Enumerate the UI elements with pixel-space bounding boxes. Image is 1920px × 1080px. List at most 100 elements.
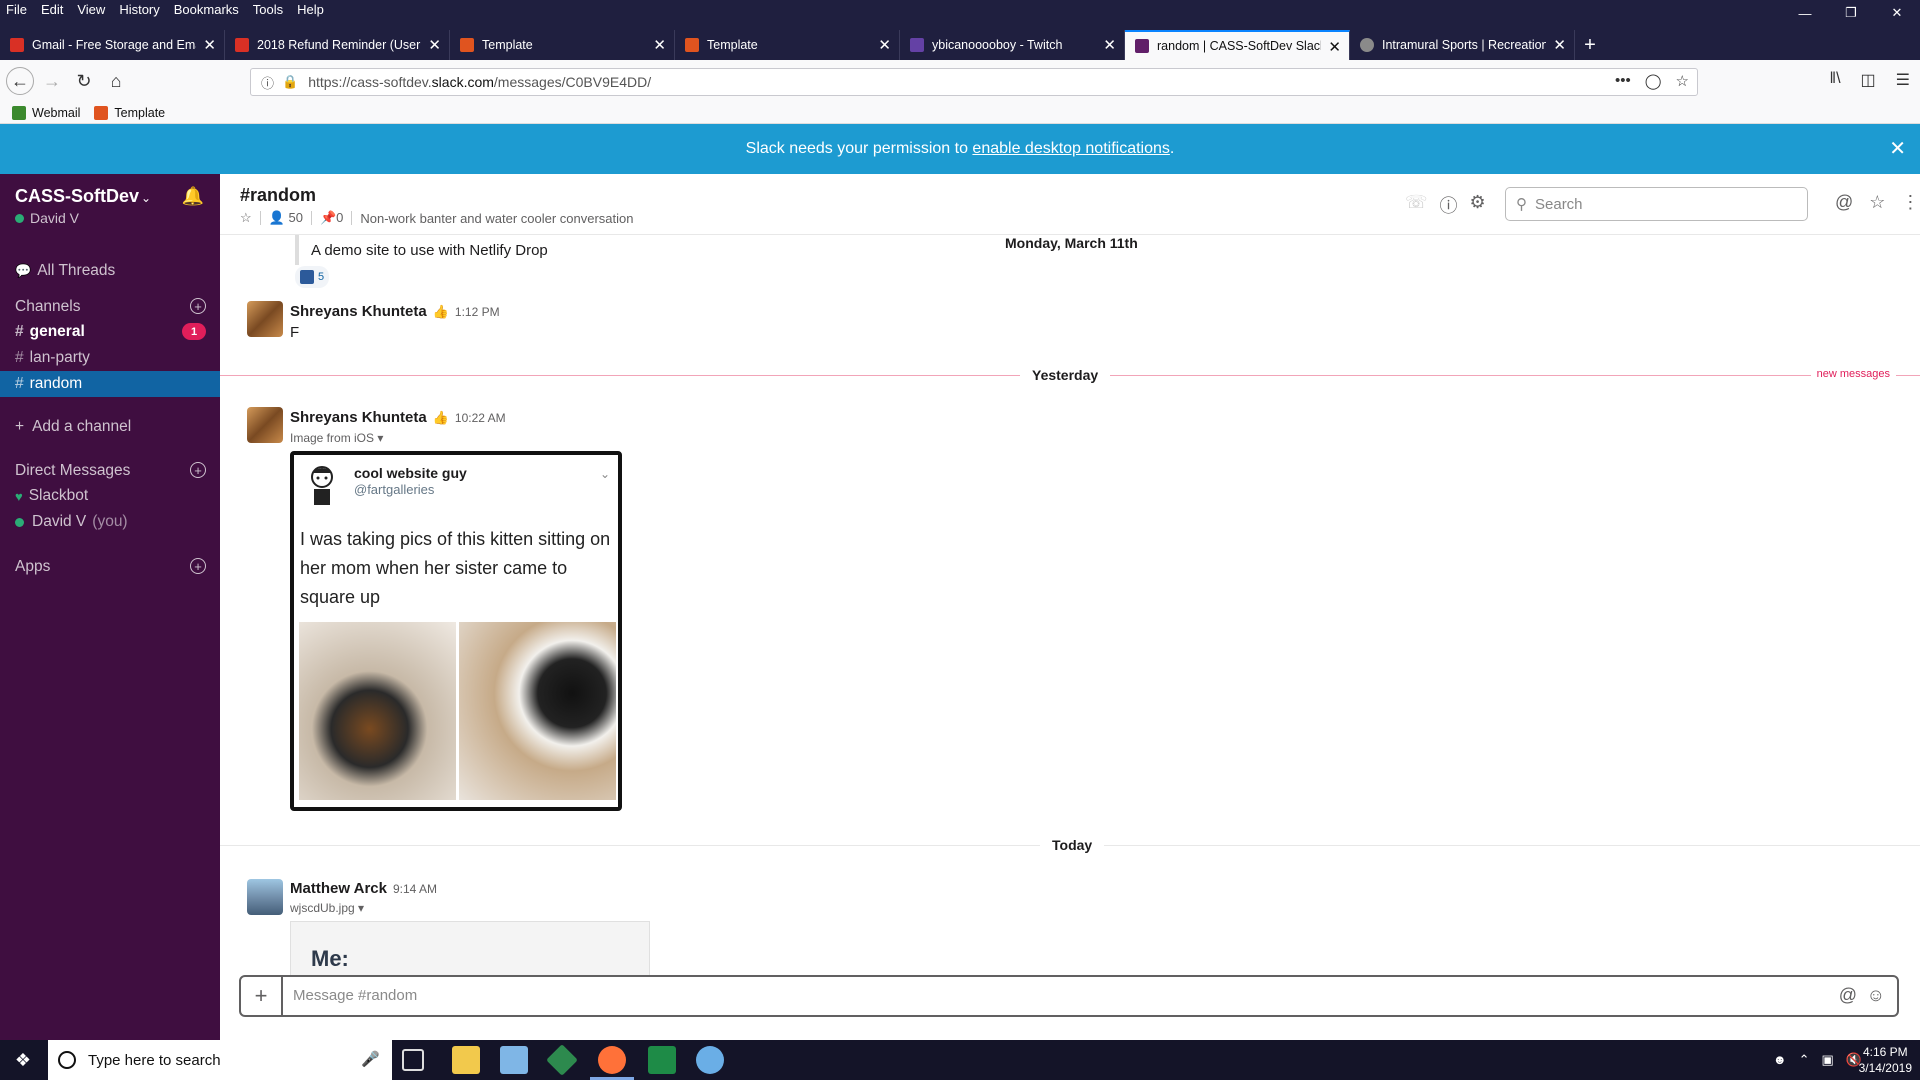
message-composer[interactable]: + Message #random @ ☺ — [239, 975, 1899, 1017]
chevron-up-icon[interactable]: ⌃ — [1799, 1052, 1810, 1068]
pocket-icon[interactable]: ◯ — [1645, 72, 1662, 90]
menu-help[interactable]: Help — [297, 2, 324, 17]
browser-tab-template-1[interactable]: Template ✕ — [450, 30, 675, 60]
message-input[interactable]: Message #random — [293, 987, 417, 1004]
sidebar-toggle-icon[interactable]: ◫ — [1861, 70, 1876, 90]
reload-icon[interactable]: ↻ — [70, 67, 98, 95]
info-icon[interactable]: ⓘ — [261, 73, 274, 92]
network-icon[interactable]: ▣ — [1822, 1052, 1834, 1068]
add-channel-icon[interactable]: + — [190, 298, 206, 314]
tab-close-icon[interactable]: ✕ — [428, 36, 441, 54]
file-title[interactable]: wjscdUb.jpg ▾ — [290, 901, 364, 915]
image-attachment[interactable]: cool website guy @fartgalleries ⌄ I was … — [290, 451, 622, 811]
git-icon[interactable] — [546, 1044, 578, 1076]
close-banner-icon[interactable]: ✕ — [1889, 136, 1906, 161]
apps-header[interactable]: Apps — [15, 558, 50, 576]
tab-close-icon[interactable]: ✕ — [1103, 36, 1116, 54]
browser-tab-twitch[interactable]: ybicanooooboy - Twitch ✕ — [900, 30, 1125, 60]
tab-close-icon[interactable]: ✕ — [203, 36, 216, 54]
firefox-icon[interactable] — [598, 1046, 626, 1074]
sidebar-item-david-v[interactable]: David V (you) — [0, 509, 220, 535]
search-input[interactable]: ⚲ Search — [1505, 187, 1808, 221]
current-user[interactable]: David V — [15, 210, 79, 226]
bookmark-star-icon[interactable]: ☆ — [1676, 72, 1689, 90]
system-clock[interactable]: 4:16 PM 3/14/2019 — [1859, 1044, 1912, 1076]
message-time[interactable]: 1:12 PM — [455, 305, 500, 319]
tab-close-icon[interactable]: ✕ — [1328, 38, 1341, 56]
menu-view[interactable]: View — [77, 2, 105, 17]
bookmark-template[interactable]: Template — [94, 105, 165, 120]
reaction-pill[interactable]: 5 — [295, 266, 330, 288]
back-arrow-icon[interactable]: ← — [6, 67, 34, 95]
menu-edit[interactable]: Edit — [41, 2, 63, 17]
link-preview[interactable]: A demo site to use with Netlify Drop — [295, 235, 548, 265]
hamburger-menu-icon[interactable]: ☰ — [1896, 70, 1910, 90]
microphone-icon[interactable]: 🎤 — [361, 1050, 380, 1068]
bell-icon[interactable]: 🔔 — [182, 186, 204, 207]
task-view-icon[interactable] — [402, 1049, 424, 1071]
caret-down-icon[interactable]: ▾ — [358, 901, 364, 915]
starred-items-icon[interactable]: ☆ — [1869, 192, 1885, 213]
message-author[interactable]: Matthew Arck 9:14 AM — [290, 880, 437, 897]
attach-plus-icon[interactable]: + — [241, 977, 283, 1015]
add-channel-button[interactable]: + Add a channel — [0, 414, 220, 440]
mentions-icon[interactable]: @ — [1835, 192, 1853, 213]
home-icon[interactable]: ⌂ — [102, 67, 130, 95]
bookmark-webmail[interactable]: Webmail — [12, 105, 80, 120]
address-bar[interactable]: ⓘ 🔒 https://cass-softdev.slack.com/messa… — [250, 68, 1698, 96]
more-options-icon[interactable]: ⋮ — [1901, 192, 1919, 213]
avatar[interactable] — [247, 301, 283, 337]
add-app-icon[interactable]: + — [190, 558, 206, 574]
tab-close-icon[interactable]: ✕ — [1553, 36, 1566, 54]
page-actions-icon[interactable]: ••• — [1615, 72, 1631, 90]
windows-start-icon[interactable]: ❖ — [0, 1040, 46, 1080]
sidebar-item-lan-party[interactable]: # lan-party — [0, 345, 220, 371]
settings-gear-icon[interactable]: ⚙ — [1470, 192, 1486, 218]
browser-tab-slack[interactable]: random | CASS-SoftDev Slack ✕ — [1125, 30, 1350, 60]
avatar[interactable] — [247, 407, 283, 443]
phone-icon[interactable]: ☏ — [1405, 192, 1428, 218]
minimize-icon[interactable]: — — [1782, 0, 1828, 26]
forward-arrow-icon[interactable]: → — [38, 67, 66, 95]
window-close-icon[interactable]: ✕ — [1874, 0, 1920, 26]
message-author[interactable]: Shreyans Khunteta 👍 10:22 AM — [290, 409, 506, 426]
browser-tab-template-2[interactable]: Template ✕ — [675, 30, 900, 60]
menu-file[interactable]: File — [6, 2, 27, 17]
member-count[interactable]: 👤 50 — [269, 210, 303, 226]
spreadsheet-icon[interactable] — [648, 1046, 676, 1074]
message-time[interactable]: 9:14 AM — [393, 882, 437, 896]
paint-icon[interactable] — [696, 1046, 724, 1074]
emoji-icon[interactable]: ☺ — [1867, 985, 1885, 1006]
message-author[interactable]: Shreyans Khunteta 👍 1:12 PM — [290, 303, 500, 320]
notepad-icon[interactable] — [500, 1046, 528, 1074]
enable-notifications-link[interactable]: enable desktop notifications — [972, 140, 1169, 158]
channel-info-icon[interactable]: ⓘ — [1440, 192, 1458, 218]
add-dm-icon[interactable]: + — [190, 462, 206, 478]
menu-bookmarks[interactable]: Bookmarks — [174, 2, 239, 17]
pin-count[interactable]: 📌0 — [320, 210, 343, 226]
star-icon[interactable]: ☆ — [240, 210, 252, 226]
people-icon[interactable]: ☻ — [1773, 1052, 1787, 1068]
browser-tab-refund[interactable]: 2018 Refund Reminder (User ID ✕ — [225, 30, 450, 60]
caret-down-icon[interactable]: ▾ — [377, 431, 383, 445]
browser-tab-gmail[interactable]: Gmail - Free Storage and Email ✕ — [0, 30, 225, 60]
file-title[interactable]: Image from iOS ▾ — [290, 431, 383, 445]
mention-icon[interactable]: @ — [1839, 985, 1857, 1006]
url-text[interactable]: https://cass-softdev.slack.com/messages/… — [308, 74, 651, 90]
taskbar-search[interactable]: Type here to search 🎤 — [48, 1040, 392, 1080]
sidebar-item-general[interactable]: # general 1 — [0, 319, 220, 345]
channel-topic[interactable]: Non-work banter and water cooler convers… — [360, 211, 633, 226]
lock-icon[interactable]: 🔒 — [282, 74, 298, 90]
library-icon[interactable]: ‖\ — [1829, 70, 1840, 90]
restore-icon[interactable]: ❐ — [1828, 0, 1874, 26]
message-list[interactable]: Monday, March 11th A demo site to use wi… — [220, 235, 1920, 975]
tab-close-icon[interactable]: ✕ — [878, 36, 891, 54]
sidebar-item-random[interactable]: # random — [0, 371, 220, 397]
menu-history[interactable]: History — [119, 2, 159, 17]
team-name[interactable]: CASS-SoftDev ⌄ — [15, 186, 151, 207]
new-tab-icon[interactable]: + — [1575, 30, 1605, 60]
avatar[interactable] — [247, 879, 283, 915]
browser-tab-intramural[interactable]: Intramural Sports | Recreational ✕ — [1350, 30, 1575, 60]
menu-tools[interactable]: Tools — [253, 2, 283, 17]
file-explorer-icon[interactable] — [452, 1046, 480, 1074]
